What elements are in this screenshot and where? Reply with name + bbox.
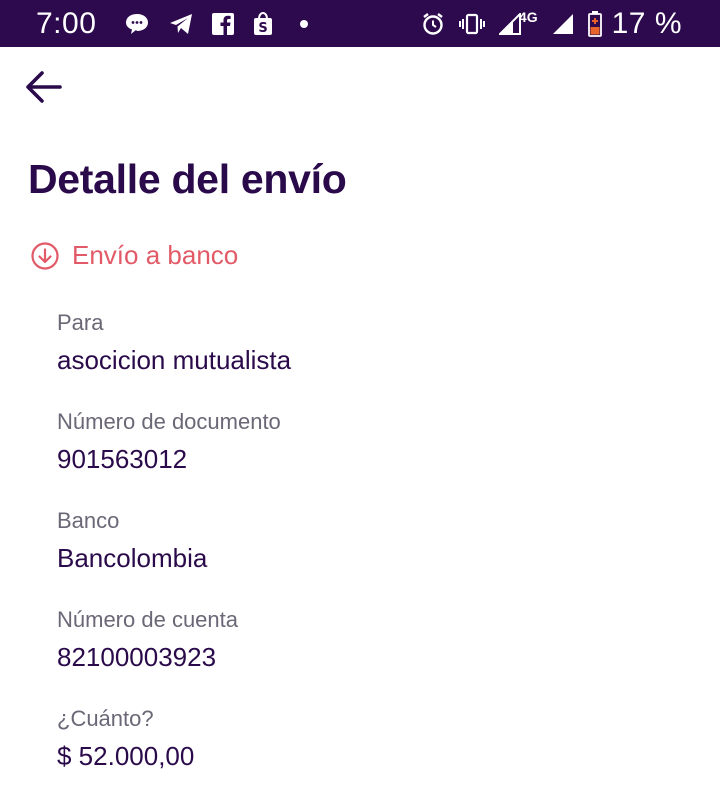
status-bar: 7:00 S 4G 17 %	[0, 0, 720, 47]
status-time: 7:00	[36, 6, 97, 40]
status-left: 7:00 S	[36, 6, 309, 41]
detail-label: Número de documento	[57, 409, 281, 434]
detail-value: 901563012	[57, 444, 188, 474]
detail-item-amount: ¿Cuánto? $ 52.000,00	[57, 705, 657, 773]
vibrate-icon	[458, 13, 485, 35]
detail-label: Para	[57, 310, 104, 335]
status-right: 4G 17 %	[407, 7, 682, 41]
back-button[interactable]	[24, 68, 64, 106]
detail-value: 82100003923	[57, 642, 217, 672]
detail-value: asocicion mutualista	[57, 345, 292, 375]
detail-label: Banco	[57, 508, 120, 533]
notification-dot	[300, 19, 309, 28]
detail-value: $ 52.000,00	[57, 741, 195, 771]
detail-label: Número de cuenta	[57, 607, 238, 632]
detail-label: ¿Cuánto?	[57, 706, 154, 731]
signal-icon	[498, 12, 521, 35]
svg-text:S: S	[259, 21, 268, 36]
telegram-icon	[168, 13, 194, 35]
detail-value: Bancolombia	[57, 543, 208, 573]
detail-item-recipient: Para asocicion mutualista	[57, 309, 657, 377]
arrow-left-icon	[26, 71, 62, 103]
network-type: 4G	[518, 8, 538, 25]
arrow-down-circle-icon	[30, 241, 60, 271]
page-title: Detalle del envío	[28, 156, 347, 202]
chat-bubble-icon	[124, 12, 150, 36]
transfer-type: Envío a banco	[30, 240, 238, 271]
signal-icon-2	[552, 13, 574, 35]
battery-percent: 17 %	[611, 6, 682, 40]
detail-item-document-number: Número de documento 901563012	[57, 408, 657, 476]
transfer-type-label: Envío a banco	[72, 240, 239, 270]
battery-icon	[587, 10, 602, 37]
alarm-icon	[421, 12, 445, 36]
detail-item-account-number: Número de cuenta 82100003923	[57, 606, 657, 674]
detail-item-bank: Banco Bancolombia	[57, 507, 657, 575]
shopping-bag-icon: S	[252, 11, 274, 36]
facebook-icon	[212, 12, 235, 35]
